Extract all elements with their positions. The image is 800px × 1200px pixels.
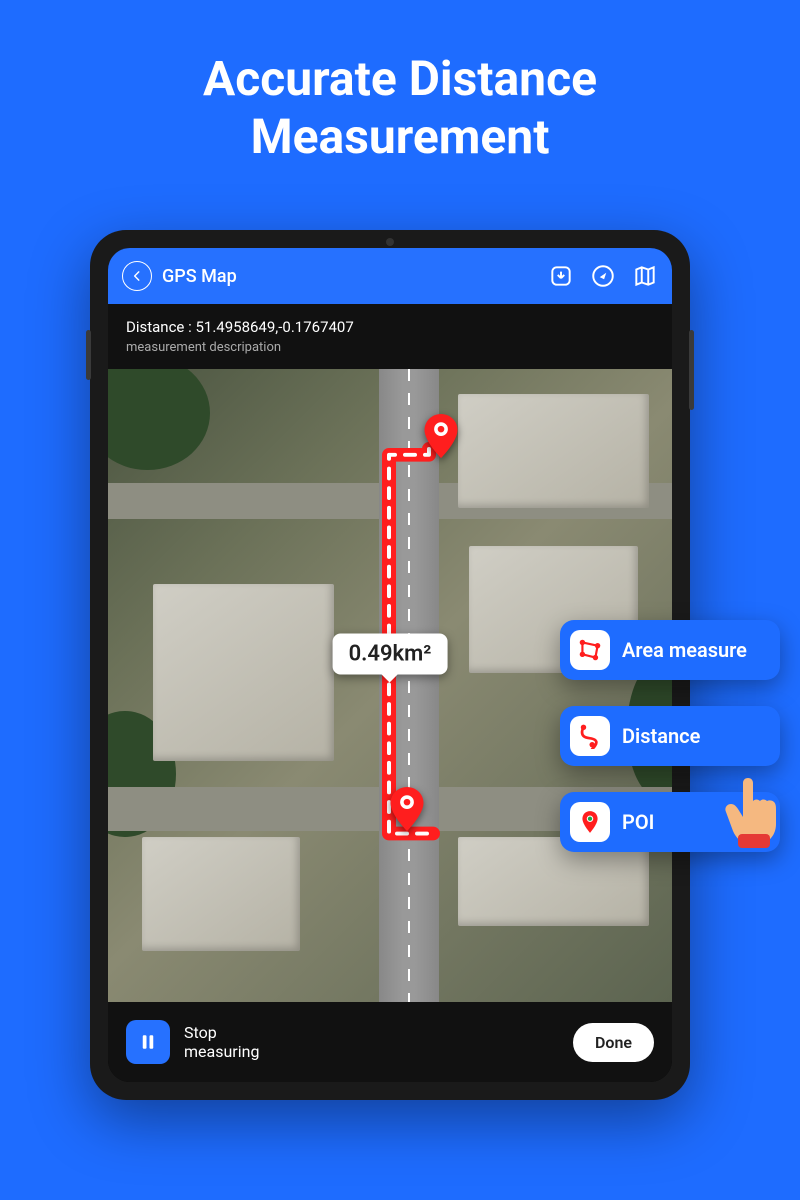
- poi-icon: [570, 802, 610, 842]
- app-title: GPS Map: [162, 266, 532, 287]
- download-icon: [548, 263, 574, 289]
- promo-title-l1: Accurate Distance: [203, 50, 597, 107]
- done-button[interactable]: Done: [573, 1023, 654, 1062]
- building: [458, 394, 650, 508]
- map-icon: [632, 263, 658, 289]
- description-text: measurement descripation: [126, 340, 654, 355]
- area-measure-icon: [570, 630, 610, 670]
- building: [142, 837, 300, 951]
- stop-measuring-label: Stop measuring: [184, 1023, 559, 1061]
- building: [153, 584, 333, 761]
- fab-label: Area measure: [622, 638, 747, 662]
- pin-icon: [390, 787, 424, 831]
- stop-l2: measuring: [184, 1042, 259, 1061]
- distance-icon: [570, 716, 610, 756]
- road: [379, 369, 439, 1002]
- info-panel: Distance : 51.4958649,-0.1767407 measure…: [108, 304, 672, 369]
- fab-poi[interactable]: POI: [560, 792, 780, 852]
- promo-title: Accurate Distance Measurement: [0, 0, 800, 195]
- back-button[interactable]: [122, 261, 152, 291]
- fab-label: Distance: [622, 724, 700, 748]
- measurement-value-bubble: 0.49km²: [333, 633, 448, 674]
- bottom-bar: Stop measuring Done: [108, 1002, 672, 1082]
- download-button[interactable]: [548, 263, 574, 289]
- fab-label: POI: [622, 810, 654, 834]
- compass-icon: [590, 263, 616, 289]
- volume-button-left: [86, 330, 91, 380]
- measurement-value: 0.49km²: [349, 641, 432, 666]
- pin-start[interactable]: [424, 414, 458, 458]
- pause-button[interactable]: [126, 1020, 170, 1064]
- appbar: GPS Map: [108, 248, 672, 304]
- distance-text: Distance : 51.4958649,-0.1767407: [126, 318, 654, 336]
- pin-end[interactable]: [390, 787, 424, 831]
- pin-icon: [424, 414, 458, 458]
- promo-title-l2: Measurement: [251, 108, 550, 165]
- layers-button[interactable]: [632, 263, 658, 289]
- chevron-left-icon: [130, 269, 144, 283]
- fab-column: Area measure Distance POI: [560, 620, 780, 852]
- fab-distance[interactable]: Distance: [560, 706, 780, 766]
- stop-l1: Stop: [184, 1023, 217, 1042]
- fab-area-measure[interactable]: Area measure: [560, 620, 780, 680]
- compass-button[interactable]: [590, 263, 616, 289]
- volume-button-right: [689, 330, 694, 410]
- tree-patch: [108, 369, 210, 470]
- pause-icon: [139, 1033, 157, 1051]
